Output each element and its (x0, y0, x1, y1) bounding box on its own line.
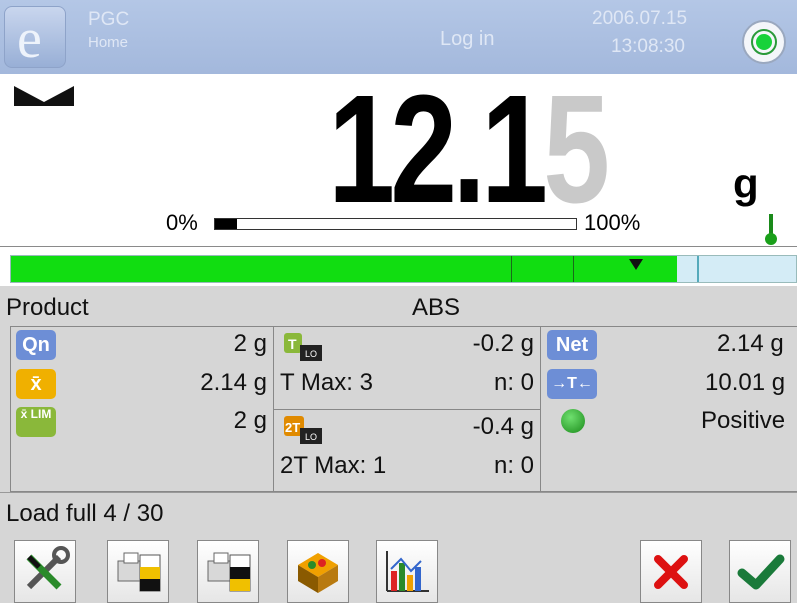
info-panel: Product ABS Qn 2 g x̄ 2.14 g x̄ LIM 2 g … (0, 286, 797, 534)
logo-letter: e (17, 8, 42, 70)
status-message: Load full 4 / 30 (6, 500, 164, 527)
cancel-button[interactable] (640, 540, 702, 603)
print-footer-button[interactable] (197, 540, 259, 603)
t-error-icon: T LO (284, 333, 322, 361)
mean-icon: x̄ (16, 369, 56, 399)
product-box-icon (298, 553, 338, 593)
tools-icon (26, 546, 70, 590)
tare-value: 10.01 g (705, 369, 786, 396)
capacity-bar (214, 218, 577, 230)
t-max-label: T Max: 3 (280, 369, 373, 396)
2t-error-icon: 2T LO (284, 416, 322, 444)
checkmark-icon (737, 554, 785, 590)
mean-value: 2.14 g (200, 369, 267, 396)
svg-text:T: T (288, 336, 297, 352)
target-marker-icon (629, 259, 643, 270)
net-value: 2.14 g (717, 330, 784, 357)
time-display: 13:08:30 (611, 36, 685, 57)
product-database-button[interactable] (287, 540, 349, 603)
svg-text:2T: 2T (285, 420, 300, 435)
bar-max-label: 100% (584, 210, 641, 235)
home-logo-button[interactable]: e (4, 6, 66, 68)
close-icon (654, 555, 688, 589)
t-error-value: -0.2 g (472, 330, 534, 357)
mean-limit-icon: x̄ LIM (16, 407, 56, 437)
net-icon: Net (547, 330, 597, 360)
2t-error-value: -0.4 g (472, 413, 534, 440)
level-indicator-icon[interactable] (742, 20, 786, 64)
2t-max-label: 2T Max: 1 (280, 452, 387, 479)
checkweigher-fill (11, 256, 677, 282)
svg-text:LO: LO (305, 432, 317, 442)
weight-value: 12.15 (328, 72, 610, 226)
app-name: PGC (88, 9, 130, 30)
t-count: n: 0 (493, 369, 534, 396)
settings-button[interactable] (14, 540, 76, 603)
printer-footer-icon (207, 552, 251, 592)
login-button[interactable]: Log in (440, 28, 495, 51)
product-value[interactable]: ABS (412, 294, 460, 322)
status-smiley-icon (561, 409, 585, 433)
printer-header-icon (117, 552, 161, 592)
tare-icon: →T← (547, 369, 597, 399)
t-error-panel: T LO -0.2 g T Max: 3 n: 0 (273, 326, 541, 410)
statistics-button[interactable] (376, 540, 438, 603)
unit-label[interactable]: g (733, 160, 759, 208)
stability-marker-icon (14, 86, 74, 106)
weight-main-digits: 12.1 (327, 63, 548, 235)
svg-text:LO: LO (305, 349, 317, 359)
product-label: Product (6, 294, 89, 321)
checkweigher-bar (10, 255, 797, 283)
bar-min-label: 0% (166, 210, 198, 235)
2t-error-panel: 2T LO -0.4 g 2T Max: 1 n: 0 (273, 409, 541, 492)
date-display: 2006.07.15 (592, 8, 688, 29)
thermometer-icon (765, 214, 777, 245)
confirm-button[interactable] (729, 540, 791, 603)
breadcrumb-home[interactable]: Home (88, 34, 128, 51)
qn-value: 2 g (233, 330, 267, 357)
capacity-bar-fill (215, 219, 237, 229)
stats-left-panel: Qn 2 g x̄ 2.14 g x̄ LIM 2 g (10, 326, 274, 492)
mean-limit-value: 2 g (233, 407, 267, 434)
print-header-button[interactable] (107, 540, 169, 603)
2t-count: n: 0 (493, 452, 534, 479)
status-value: Positive (701, 407, 786, 434)
stats-right-panel: Net 2.14 g →T← 10.01 g Positive (540, 326, 797, 492)
qn-icon: Qn (16, 330, 56, 360)
statistics-chart-icon (386, 551, 429, 592)
